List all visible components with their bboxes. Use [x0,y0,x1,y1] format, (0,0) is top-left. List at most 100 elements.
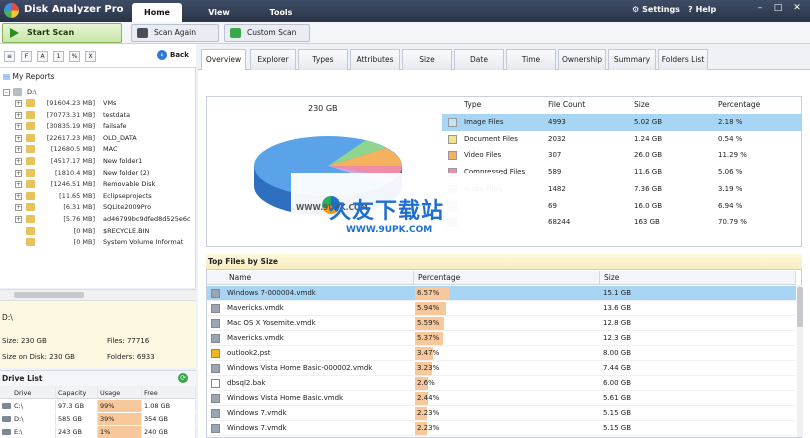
custom-scan-label: Custom Scan [247,28,297,37]
disk-file-icon [211,304,220,313]
menu-view[interactable]: View [196,3,242,22]
tree-node[interactable]: + [12680.5 MB] MAC [0,144,195,155]
refresh-icon[interactable]: ⟳ [178,373,188,383]
top-file-row[interactable]: Mac OS X Yosemite.vmdk 5.59% 12.8 GB [207,316,796,331]
tree-node[interactable]: + [4517.17 MB] New folder1 [0,156,195,167]
tab-explorer[interactable]: Explorer [250,49,296,70]
filter-button-x[interactable]: X [85,51,96,62]
top-files-header-name[interactable]: Name [207,271,414,285]
gear-icon: ⚙ [632,5,640,14]
tree-node[interactable]: + [70773.31 MB] testdata [0,110,195,121]
disk-file-icon [211,394,220,403]
top-file-percentage: 2.44% [417,394,440,402]
top-file-row[interactable]: Mavericks.vmdk 5.94% 13.6 GB [207,301,796,316]
top-file-size: 6.00 GB [603,379,632,387]
file-type-size: 163 GB [634,218,660,227]
tree-node[interactable]: + [22617.23 MB] OLD_DATA [0,133,195,144]
top-file-row[interactable]: Mavericks.vmdk 5.37% 12.3 GB [207,331,796,346]
filter-button-f[interactable]: F [21,51,32,62]
tree-node[interactable]: + [1246.51 MB] Removable Disk [0,179,195,190]
list-view-button[interactable]: ≡ [4,51,15,62]
maximize-button[interactable]: □ [770,2,786,14]
top-files-header-size[interactable]: Size [600,271,796,285]
top-file-row[interactable]: Windows 7.vmdk 2.23% 5.15 GB [207,406,796,421]
filter-button-a[interactable]: A [37,51,48,62]
top-file-row[interactable]: dbsql2.bak 2.6% 6.00 GB [207,376,796,391]
drive-header-capacity: Capacity [56,387,98,399]
top-file-percentage: 5.94% [417,304,440,312]
top-file-row[interactable]: Windows Vista Home Basic-000002.vmdk 3.23… [207,361,796,376]
title-bar: Disk Analyzer Pro Home View Tools ⚙ Setti… [0,0,810,22]
top-file-percentage: 2.6% [417,379,435,387]
file-type-row[interactable]: Video Files 307 26.0 GB 11.29 % [442,147,802,164]
file-type-row[interactable]: Document Files 2032 1.24 GB 0.54 % [442,131,802,148]
filter-button-1[interactable]: 1 [53,51,64,62]
tab-ownership[interactable]: Ownership [558,49,606,70]
scan-again-button[interactable]: Scan Again [131,24,219,42]
tree-node[interactable]: [0 MB] $RECYCLE.BIN [0,226,195,237]
help-icon: ? [688,5,693,14]
close-button[interactable]: ✕ [789,2,805,14]
tree-node-name: SQLite2009Pro [103,203,152,212]
tree-horizontal-scrollbar[interactable] [0,289,196,299]
top-file-row[interactable]: outlook2.pst 3.47% 8.00 GB [207,346,796,361]
tab-summary[interactable]: Summary [608,49,656,70]
tree-node[interactable]: + [30835.19 MB] failsafe [0,121,195,132]
help-button[interactable]: ? Help [688,5,716,14]
help-label: Help [695,5,717,14]
tab-date[interactable]: Date [454,49,504,70]
top-file-row[interactable]: Windows Vista Home Basic.vmdk 2.44% 5.61 G… [207,391,796,406]
top-file-size: 15.1 GB [603,289,632,297]
outlook-file-icon [211,349,220,358]
menu-home[interactable]: Home [132,3,182,22]
top-file-size: 5.15 GB [603,409,632,417]
tree-node-name: New folder1 [103,157,143,165]
tree-root-node[interactable]: – D:\ [0,87,195,98]
tab-overview[interactable]: Overview [201,49,246,71]
start-scan-button[interactable]: Start Scan [2,23,122,43]
custom-scan-button[interactable]: Custom Scan [224,24,310,42]
my-reports-node[interactable]: ▤ My Reports [3,72,55,81]
tree-node[interactable]: + [91604.23 MB] VMs [0,98,195,109]
drive-capacity: 97.3 GB [56,400,98,412]
tab-folders-list[interactable]: Folders List [658,49,708,70]
tree-node[interactable]: + [6.31 MB] SQLite2009Pro [0,202,195,213]
tree-node[interactable]: [0 MB] System Volume Informat [0,237,195,248]
top-file-percentage: 3.47% [417,349,440,357]
tree-node-size: [1810.4 MB] [55,168,95,177]
tab-time[interactable]: Time [506,49,556,70]
my-reports-label: My Reports [12,72,55,81]
tab-types[interactable]: Types [298,49,348,70]
tab-attributes[interactable]: Attributes [350,49,400,70]
disk-file-icon [211,289,220,298]
top-files-header-percentage[interactable]: Percentage [414,271,600,285]
scrollbar-thumb[interactable] [14,292,84,298]
settings-button[interactable]: ⚙ Settings [632,5,680,14]
top-file-percentage: 2.23% [417,424,440,432]
filter-button-percent[interactable]: % [69,51,80,62]
tree-node-name: OLD_DATA [103,133,137,142]
drive-free: 1.08 GB [142,400,196,412]
back-label: Back [170,51,189,59]
minimize-button[interactable]: – [752,2,768,14]
tree-node[interactable]: + [11.65 MB] Eclipseprojects [0,191,195,202]
tree-node-size: [0 MB] [73,238,95,247]
back-button[interactable]: ‹ Back [157,50,189,60]
top-file-percentage: 2.23% [417,409,440,417]
top-file-row[interactable]: Windows 7-000004.vmdk 6.57% 15.1 GB [207,286,796,301]
top-files-vertical-scrollbar[interactable] [797,285,803,437]
tree-node-name: testdata [103,110,131,119]
file-type-size: 1.24 GB [634,134,663,143]
drive-icon [2,403,11,409]
drive-list-title: Drive List [0,370,196,386]
scrollbar-thumb[interactable] [797,287,803,327]
tree-node[interactable]: + [5.76 MB] ad46799bc9dfed8d525e6c [0,214,195,225]
collapse-icon[interactable]: – [3,89,10,96]
menu-tools[interactable]: Tools [256,3,306,22]
top-file-name: Windows 7.vmdk [227,409,287,417]
tree-node[interactable]: + [1810.4 MB] New folder (2) [0,168,195,179]
tab-size[interactable]: Size [402,49,452,70]
file-type-name: Video Files [464,151,502,160]
top-file-row[interactable]: Windows 7.vmdk 2.23% 5.15 GB [207,421,796,436]
file-type-row[interactable]: Image Files 4993 5.02 GB 2.18 % [442,114,802,131]
